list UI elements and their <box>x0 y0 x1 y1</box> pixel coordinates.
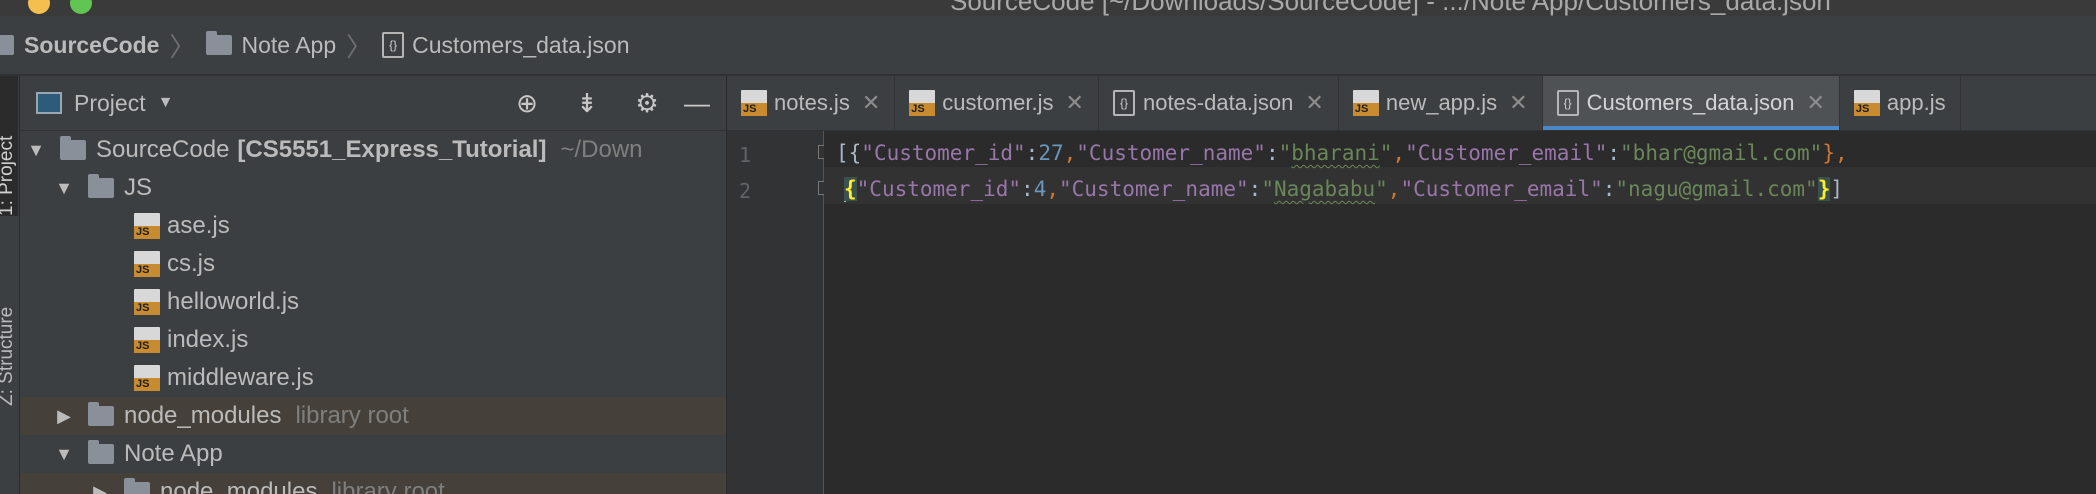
chevron-down-icon: ▼ <box>157 94 174 111</box>
tree-item-cs-js[interactable]: cs.js <box>20 245 726 283</box>
close-icon[interactable]: ✕ <box>862 90 880 116</box>
json-file-icon: {} <box>1112 90 1135 116</box>
expanded-arrow-icon[interactable]: ▼ <box>54 178 74 199</box>
json-file-icon: {} <box>1556 90 1579 116</box>
tab-app-js[interactable]: app.js <box>1840 76 1961 130</box>
js-file-icon <box>741 90 767 116</box>
folder-icon <box>205 31 232 55</box>
tab-customer-js[interactable]: customer.js ✕ <box>895 76 1099 130</box>
breadcrumb-item-sourcecode[interactable]: SourceCode <box>0 32 159 59</box>
tree-item-note-app-node-modules[interactable]: ▶ node_modules library root <box>20 473 726 494</box>
js-file-icon <box>134 365 160 391</box>
folder-icon <box>88 402 114 426</box>
project-panel-header: Project ▼ ⊕ ⇟ ⚙ — <box>20 76 726 131</box>
collapsed-arrow-icon[interactable]: ▶ <box>54 406 74 427</box>
js-file-icon <box>134 327 160 353</box>
folder-icon <box>0 35 14 55</box>
breadcrumb-item-customers-data[interactable]: {} Customers_data.json <box>382 32 630 59</box>
close-icon[interactable]: ✕ <box>1806 90 1824 116</box>
left-tool-strip: 1: Project Z: Structure <box>0 76 20 494</box>
tree-item-node-modules[interactable]: ▶ node_modules library root <box>20 397 726 435</box>
js-file-icon <box>909 90 936 116</box>
expanded-arrow-icon[interactable]: ▼ <box>26 140 46 161</box>
tool-tab-project[interactable]: 1: Project <box>0 76 18 216</box>
breadcrumb-separator-icon: 〉 <box>346 31 373 62</box>
folder-icon <box>124 478 150 494</box>
tab-new-app-js[interactable]: new_app.js ✕ <box>1339 76 1543 130</box>
tab-notes-js[interactable]: notes.js ✕ <box>727 76 896 130</box>
window-title: SourceCode [~/Downloads/SourceCode] - ..… <box>950 0 1831 16</box>
tree-item-js-folder[interactable]: ▼ JS <box>20 169 726 207</box>
json-file-icon: {} <box>382 32 405 58</box>
folder-icon <box>88 174 114 198</box>
tree-item-ase-js[interactable]: ase.js <box>20 207 726 245</box>
line-number: 2 <box>739 179 752 203</box>
gear-icon[interactable]: ⚙ <box>632 88 662 118</box>
breadcrumb-item-note-app[interactable]: Note App <box>205 31 336 59</box>
breadcrumb: SourceCode 〉 Note App 〉 {} Customers_dat… <box>0 16 2096 76</box>
editor-tab-bar: notes.js ✕ customer.js ✕ {} notes-data.j… <box>727 76 2096 131</box>
close-icon[interactable]: ✕ <box>1305 90 1323 116</box>
js-file-icon <box>134 251 160 277</box>
minimize-window-button[interactable] <box>28 0 50 14</box>
code-editor[interactable]: [{"Customer_id":27,"Customer_name":"bhar… <box>824 131 2096 494</box>
expanded-arrow-icon[interactable]: ▼ <box>54 444 74 465</box>
js-file-icon <box>1853 90 1880 116</box>
tab-notes-data-json[interactable]: {} notes-data.json ✕ <box>1099 76 1339 130</box>
locate-crosshair-icon[interactable]: ⊕ <box>512 88 542 118</box>
close-icon[interactable]: ✕ <box>1509 90 1527 116</box>
folder-icon <box>88 440 114 464</box>
line-number: 1 <box>739 143 752 167</box>
tool-tab-structure[interactable]: Z: Structure <box>0 256 18 406</box>
code-line-1[interactable]: [{"Customer_id":27,"Customer_name":"bhar… <box>836 141 1848 165</box>
folder-icon <box>60 136 86 160</box>
zoom-window-button[interactable] <box>70 0 92 14</box>
collapsed-arrow-icon[interactable]: ▶ <box>90 482 110 494</box>
tree-item-helloworld-js[interactable]: helloworld.js <box>20 283 726 321</box>
tree-item-middleware-js[interactable]: middleware.js <box>20 359 726 397</box>
project-panel: Project ▼ ⊕ ⇟ ⚙ — ▼ SourceCode [CS5551_E… <box>20 76 727 494</box>
code-line-2[interactable]: {"Customer_id":4,"Customer_name":"Nagaba… <box>844 177 1843 202</box>
tree-item-note-app[interactable]: ▼ Note App <box>20 435 726 473</box>
project-window-icon <box>36 92 62 114</box>
tree-item-sourcecode[interactable]: ▼ SourceCode [CS5551_Express_Tutorial] ~… <box>20 131 726 169</box>
close-icon[interactable]: ✕ <box>1066 90 1084 116</box>
tab-customers-data-json[interactable]: {} Customers_data.json ✕ <box>1542 76 1840 130</box>
js-file-icon <box>1352 90 1379 116</box>
tree-item-index-js[interactable]: index.js <box>20 321 726 359</box>
project-view-selector[interactable]: Project ▼ <box>36 90 173 117</box>
breadcrumb-separator-icon: 〉 <box>169 31 196 62</box>
js-file-icon <box>134 213 160 239</box>
window-title-bar: SourceCode [~/Downloads/SourceCode] - ..… <box>0 0 2096 16</box>
collapse-all-icon[interactable]: ⇟ <box>572 88 602 118</box>
hide-panel-icon[interactable]: — <box>682 88 712 118</box>
js-file-icon <box>134 289 160 315</box>
editor-gutter: 1 2 <box>727 131 830 494</box>
